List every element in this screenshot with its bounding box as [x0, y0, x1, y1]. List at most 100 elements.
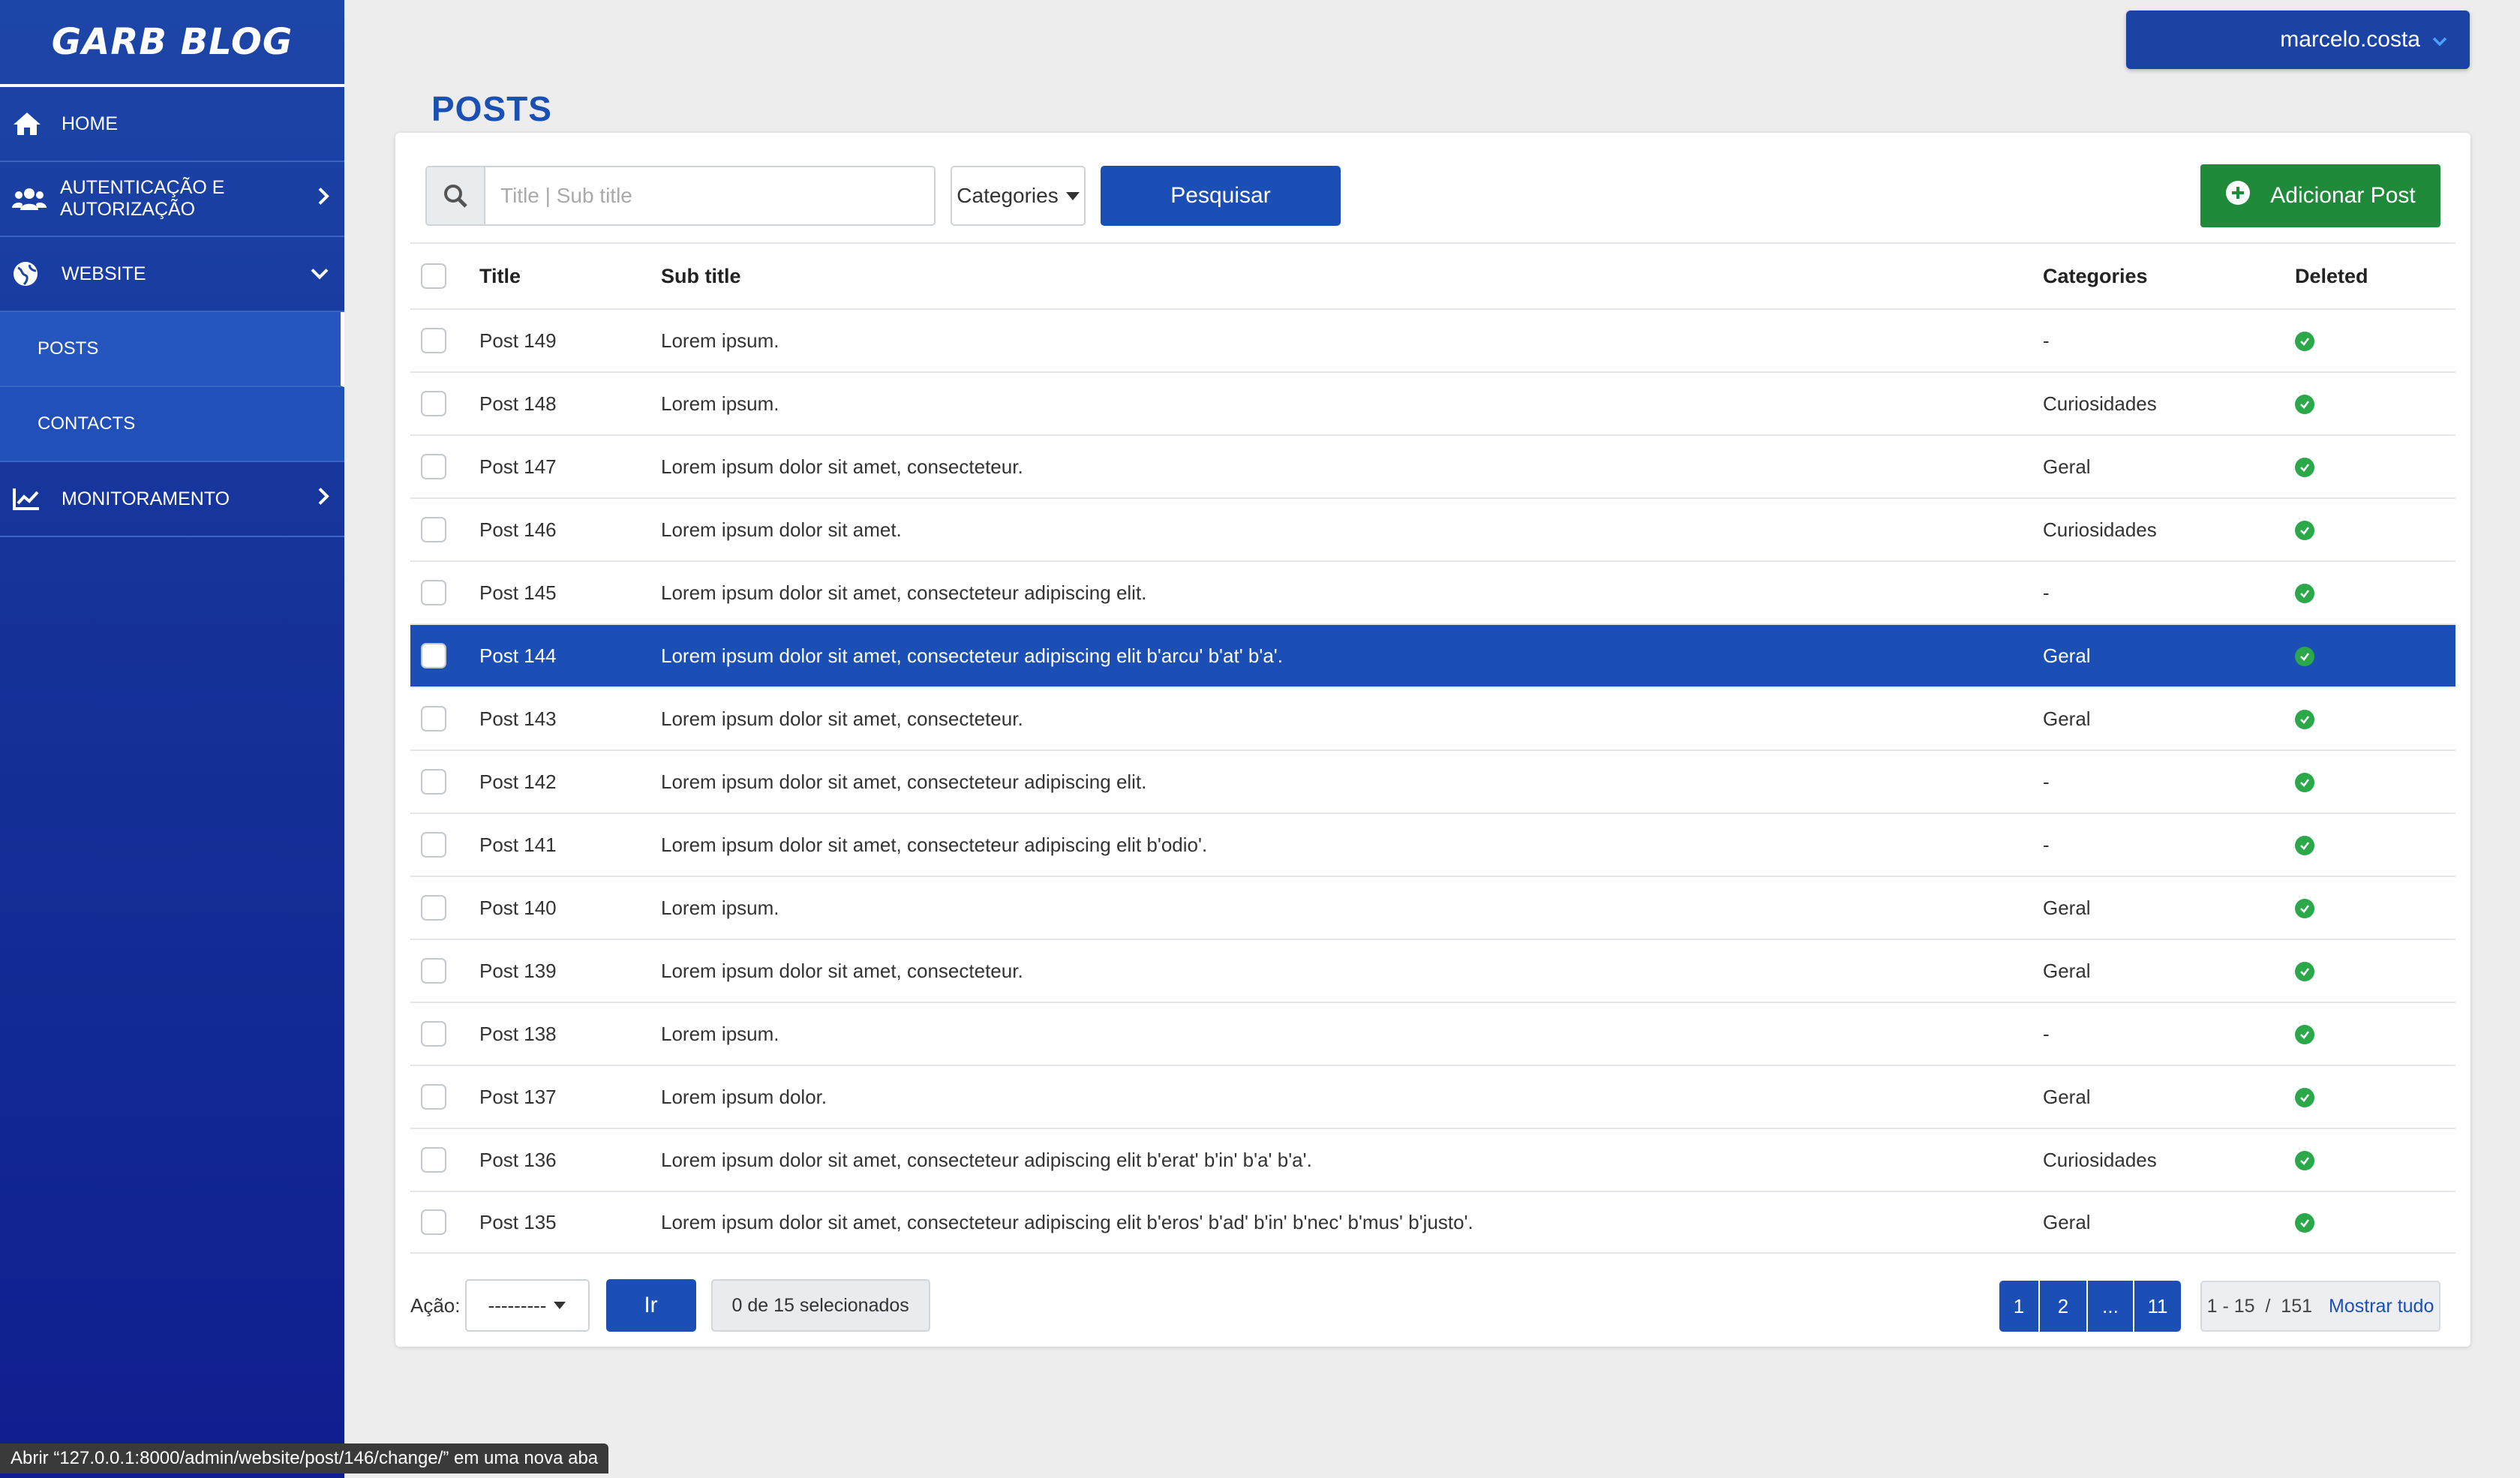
- row-subtitle: Lorem ipsum dolor sit amet, consecteteur…: [661, 644, 1283, 667]
- table-row[interactable]: Post 148 Lorem ipsum. Curiosidades: [410, 371, 2455, 434]
- go-button[interactable]: Ir: [605, 1279, 696, 1332]
- page-button[interactable]: 2: [2040, 1281, 2088, 1332]
- table-row[interactable]: Post 136 Lorem ipsum dolor sit amet, cons…: [410, 1128, 2455, 1191]
- row-checkbox[interactable]: [421, 328, 446, 353]
- row-title[interactable]: Post 140: [479, 897, 661, 920]
- row-checkbox[interactable]: [421, 895, 446, 921]
- action-select[interactable]: ---------: [464, 1279, 590, 1332]
- search-button[interactable]: Pesquisar: [1101, 166, 1341, 226]
- table-row[interactable]: Post 140 Lorem ipsum. Geral: [410, 876, 2455, 939]
- row-checkbox[interactable]: [421, 580, 446, 605]
- table-row[interactable]: Post 146 Lorem ipsum dolor sit amet. Curio…: [410, 497, 2455, 560]
- row-checkbox[interactable]: [421, 1084, 446, 1110]
- check-circle-icon: [2295, 1150, 2314, 1170]
- row-title[interactable]: Post 138: [479, 1023, 661, 1046]
- pagination: 1 2 ... 11: [1999, 1281, 2181, 1332]
- row-checkbox[interactable]: [421, 958, 446, 984]
- column-header-subtitle[interactable]: Sub title: [661, 265, 2043, 288]
- sidebar: GARB BLOG HOME AUTENTICAÇÃO E AUTORIZAÇÃ…: [0, 0, 344, 1478]
- table-row[interactable]: Post 135 Lorem ipsum dolor sit amet, cons…: [410, 1191, 2455, 1254]
- row-checkbox[interactable]: [421, 706, 446, 731]
- sidebar-item-monitoramento[interactable]: MONITORAMENTO: [0, 462, 344, 537]
- table-row[interactable]: Post 137 Lorem ipsum dolor. Geral: [410, 1065, 2455, 1128]
- check-circle-icon: [2295, 394, 2314, 414]
- select-all-checkbox[interactable]: [421, 263, 446, 289]
- sidebar-item-website[interactable]: WEBSITE: [0, 237, 344, 312]
- row-title[interactable]: Post 139: [479, 960, 661, 983]
- row-title[interactable]: Post 142: [479, 771, 661, 794]
- table-row[interactable]: Post 144 Lorem ipsum dolor sit amet, cons…: [410, 623, 2455, 686]
- row-category: Geral: [2043, 644, 2091, 667]
- row-title[interactable]: Post 135: [479, 1211, 661, 1234]
- table-row[interactable]: Post 138 Lorem ipsum. -: [410, 1002, 2455, 1065]
- table-row[interactable]: Post 149 Lorem ipsum. -: [410, 308, 2455, 371]
- page-button[interactable]: 11: [2134, 1281, 2181, 1332]
- row-checkbox[interactable]: [421, 1209, 446, 1235]
- check-circle-icon: [2295, 1212, 2314, 1233]
- sidebar-subitem-posts[interactable]: POSTS: [0, 312, 344, 387]
- chevron-down-icon: [2432, 27, 2447, 53]
- table-row[interactable]: Post 142 Lorem ipsum dolor sit amet, cons…: [410, 750, 2455, 813]
- row-subtitle: Lorem ipsum dolor sit amet, consecteteur…: [661, 455, 1023, 478]
- selected-count: 0 de 15 selecionados: [710, 1279, 930, 1332]
- sidebar-item-auth[interactable]: AUTENTICAÇÃO E AUTORIZAÇÃO: [0, 162, 344, 237]
- column-header-categories[interactable]: Categories: [2043, 265, 2290, 288]
- add-post-label: Adicionar Post: [2270, 183, 2416, 208]
- row-title[interactable]: Post 148: [479, 392, 661, 416]
- row-title[interactable]: Post 144: [479, 644, 661, 668]
- row-category: -: [2043, 833, 2050, 856]
- sidebar-subitem-contacts[interactable]: CONTACTS: [0, 387, 344, 462]
- table-row[interactable]: Post 139 Lorem ipsum dolor sit amet, cons…: [410, 939, 2455, 1002]
- row-checkbox[interactable]: [421, 1021, 446, 1047]
- column-header-title[interactable]: Title: [479, 265, 661, 288]
- page-button[interactable]: 1: [1999, 1281, 2040, 1332]
- check-circle-icon: [2295, 961, 2314, 981]
- column-header-deleted[interactable]: Deleted: [2290, 265, 2455, 288]
- row-title[interactable]: Post 136: [479, 1149, 661, 1172]
- row-title[interactable]: Post 141: [479, 834, 661, 857]
- row-checkbox[interactable]: [421, 391, 446, 416]
- username: marcelo.costa: [2280, 27, 2420, 52]
- table-row[interactable]: Post 147 Lorem ipsum dolor sit amet, cons…: [410, 434, 2455, 497]
- users-icon: [12, 184, 47, 214]
- row-category: Curiosidades: [2043, 518, 2157, 541]
- row-subtitle: Lorem ipsum dolor.: [661, 1085, 827, 1108]
- brand-logo[interactable]: GARB BLOG: [0, 0, 344, 87]
- posts-table: Title Sub title Categories Deleted Post …: [410, 242, 2455, 1254]
- row-title[interactable]: Post 146: [479, 518, 661, 542]
- caret-down-icon: [554, 1302, 566, 1309]
- globe-icon: [12, 259, 48, 289]
- row-category: Geral: [2043, 1210, 2091, 1233]
- categories-select[interactable]: Categories: [951, 166, 1086, 226]
- row-checkbox[interactable]: [421, 1147, 446, 1173]
- row-category: Geral: [2043, 896, 2091, 919]
- table-row[interactable]: Post 143 Lorem ipsum dolor sit amet, cons…: [410, 686, 2455, 750]
- row-title[interactable]: Post 145: [479, 581, 661, 605]
- row-category: -: [2043, 581, 2050, 604]
- user-menu[interactable]: marcelo.costa: [2126, 11, 2470, 69]
- check-circle-icon: [2295, 835, 2314, 855]
- check-circle-icon: [2295, 520, 2314, 540]
- row-category: -: [2043, 770, 2050, 793]
- row-checkbox[interactable]: [421, 454, 446, 479]
- check-circle-icon: [2295, 709, 2314, 729]
- row-checkbox[interactable]: [421, 769, 446, 795]
- search-group: [425, 166, 936, 226]
- row-checkbox[interactable]: [421, 643, 446, 668]
- table-header-row: Title Sub title Categories Deleted: [410, 242, 2455, 308]
- row-title[interactable]: Post 137: [479, 1086, 661, 1109]
- check-circle-icon: [2295, 1087, 2314, 1107]
- table-row[interactable]: Post 145 Lorem ipsum dolor sit amet, cons…: [410, 560, 2455, 623]
- check-circle-icon: [2295, 1024, 2314, 1044]
- table-row[interactable]: Post 141 Lorem ipsum dolor sit amet, cons…: [410, 813, 2455, 876]
- row-checkbox[interactable]: [421, 517, 446, 542]
- page-ellipsis: ...: [2088, 1281, 2134, 1332]
- search-input[interactable]: [485, 167, 934, 224]
- row-checkbox[interactable]: [421, 832, 446, 858]
- sidebar-item-home[interactable]: HOME: [0, 87, 344, 162]
- row-title[interactable]: Post 149: [479, 329, 661, 353]
- add-post-button[interactable]: Adicionar Post: [2200, 164, 2440, 227]
- show-all-link[interactable]: Mostrar tudo: [2329, 1296, 2434, 1317]
- row-title[interactable]: Post 143: [479, 707, 661, 731]
- row-title[interactable]: Post 147: [479, 455, 661, 479]
